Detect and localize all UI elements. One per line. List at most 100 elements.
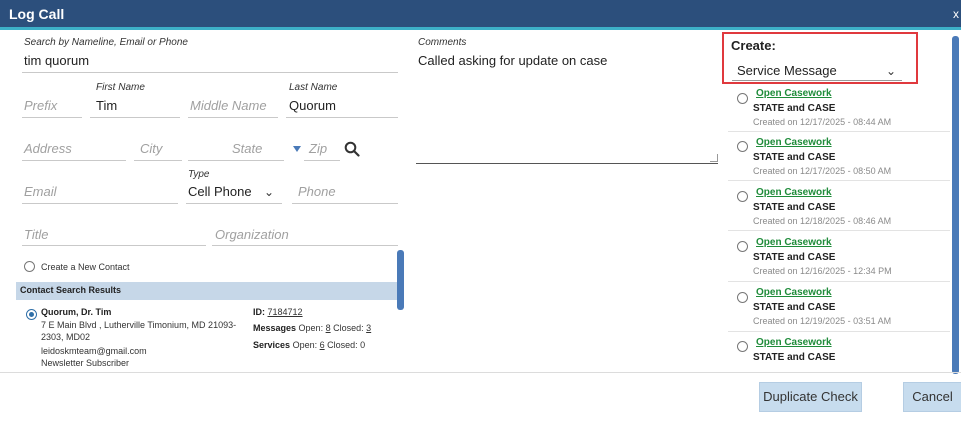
prefix-underline <box>22 117 82 118</box>
casework-radio[interactable] <box>737 93 748 104</box>
messages-line: Messages Open: 8 Closed: 3 <box>253 323 371 333</box>
first-name-underline <box>90 117 180 118</box>
first-name-field[interactable]: Tim <box>96 98 117 113</box>
chevron-down-icon[interactable]: ⌄ <box>264 185 274 199</box>
services-open-label: Open: <box>292 340 318 350</box>
casework-subtitle: STATE and CASE <box>753 103 836 114</box>
contact-result-name: Quorum, Dr. Tim <box>41 307 112 317</box>
last-name-field[interactable]: Quorum <box>289 98 336 113</box>
email-field[interactable]: Email <box>24 184 57 199</box>
casework-radio[interactable] <box>737 141 748 152</box>
create-select-underline <box>732 80 902 81</box>
create-new-contact-label: Create a New Contact <box>41 262 130 272</box>
city-underline <box>134 160 182 161</box>
casework-subtitle: STATE and CASE <box>753 152 836 163</box>
comments-textarea[interactable]: Called asking for update on case <box>418 53 607 68</box>
results-header-label: Contact Search Results <box>20 285 122 295</box>
open-casework-link[interactable]: Open Casework <box>756 287 832 298</box>
contact-result-address-line1: 7 E Main Blvd , Lutherville Timonium, MD… <box>41 320 237 330</box>
contact-search-results-header: Contact Search Results <box>16 282 400 300</box>
messages-open-link[interactable]: 8 <box>326 323 331 333</box>
open-casework-link[interactable]: Open Casework <box>756 137 832 148</box>
last-name-underline <box>286 117 398 118</box>
casework-radio[interactable] <box>737 241 748 252</box>
first-name-label: First Name <box>96 82 145 93</box>
middle-name-field[interactable]: Middle Name <box>190 98 267 113</box>
title-field[interactable]: Title <box>24 227 48 242</box>
casework-radio[interactable] <box>737 191 748 202</box>
phone-field[interactable]: Phone <box>298 184 336 199</box>
casework-created: Created on 12/16/2025 - 12:34 PM <box>753 266 892 276</box>
messages-open-label: Open: <box>298 323 324 333</box>
casework-created: Created on 12/17/2025 - 08:50 AM <box>753 166 892 176</box>
open-casework-link[interactable]: Open Casework <box>756 337 832 348</box>
casework-created: Created on 12/17/2025 - 08:44 AM <box>753 117 892 127</box>
left-scrollbar[interactable] <box>397 250 404 310</box>
search-input[interactable]: tim quorum <box>24 53 89 68</box>
last-name-label: Last Name <box>289 82 338 93</box>
comments-underline <box>416 163 718 164</box>
search-label: Search by Nameline, Email or Phone <box>24 37 188 48</box>
comments-label: Comments <box>418 37 467 48</box>
zip-underline <box>304 160 340 161</box>
right-scrollbar[interactable] <box>952 36 959 374</box>
state-underline <box>188 160 284 161</box>
resize-grip-icon[interactable] <box>710 154 718 162</box>
casework-radio[interactable] <box>737 292 748 303</box>
casework-subtitle: STATE and CASE <box>753 252 836 263</box>
duplicate-check-button[interactable]: Duplicate Check <box>759 382 862 412</box>
create-new-contact-radio[interactable] <box>24 261 35 272</box>
contact-id-label: ID: <box>253 307 265 317</box>
create-type-select[interactable]: Service Message <box>737 63 837 78</box>
contact-id-line: ID: 7184712 <box>253 307 303 317</box>
services-label: Services <box>253 340 291 350</box>
type-underline <box>186 203 282 204</box>
type-label: Type <box>188 169 210 180</box>
search-icon[interactable] <box>344 141 360 157</box>
open-casework-link[interactable]: Open Casework <box>756 88 832 99</box>
chevron-down-icon[interactable]: ⌄ <box>886 64 896 78</box>
casework-subtitle: STATE and CASE <box>753 352 836 363</box>
contact-result-address-line2: 2303, MD02 <box>41 332 91 342</box>
contact-result-email: leidoskmteam@gmail.com <box>41 346 147 356</box>
open-casework-link[interactable]: Open Casework <box>756 187 832 198</box>
contact-id-link[interactable]: 7184712 <box>268 307 303 317</box>
type-select[interactable]: Cell Phone <box>188 184 252 199</box>
state-field[interactable]: State <box>232 141 262 156</box>
email-underline <box>22 203 178 204</box>
services-closed-value: 0 <box>360 340 366 350</box>
open-casework-link[interactable]: Open Casework <box>756 237 832 248</box>
casework-divider <box>728 131 950 132</box>
casework-divider <box>728 331 950 332</box>
casework-divider <box>728 281 950 282</box>
title-underline <box>22 245 206 246</box>
contact-result-radio[interactable] <box>26 309 37 320</box>
casework-divider <box>728 230 950 231</box>
prefix-field[interactable]: Prefix <box>24 98 57 113</box>
services-line: Services Open: 6 Closed: 0 <box>253 340 365 350</box>
services-closed-label: Closed: <box>327 340 358 350</box>
search-input-underline <box>22 72 398 73</box>
messages-label: Messages <box>253 323 297 333</box>
casework-subtitle: STATE and CASE <box>753 202 836 213</box>
casework-divider <box>728 180 950 181</box>
casework-created: Created on 12/18/2025 - 08:46 AM <box>753 216 892 226</box>
address-underline <box>22 160 126 161</box>
dialog-title: Log Call <box>9 6 65 22</box>
footer-divider <box>0 372 961 373</box>
casework-radio[interactable] <box>737 341 748 352</box>
state-dropdown-icon[interactable] <box>293 146 301 152</box>
services-open-link[interactable]: 6 <box>320 340 325 350</box>
zip-field[interactable]: Zip <box>309 141 327 156</box>
dialog-title-bar: Log Call x <box>0 0 961 30</box>
messages-closed-link[interactable]: 3 <box>366 323 371 333</box>
messages-closed-label: Closed: <box>333 323 364 333</box>
contact-result-tag: Newsletter Subscriber <box>41 358 130 368</box>
close-icon[interactable]: x <box>953 7 959 21</box>
casework-subtitle: STATE and CASE <box>753 302 836 313</box>
casework-created: Created on 12/19/2025 - 03:51 AM <box>753 316 892 326</box>
cancel-button[interactable]: Cancel <box>903 382 961 412</box>
organization-field[interactable]: Organization <box>215 227 289 242</box>
address-field[interactable]: Address <box>24 141 72 156</box>
city-field[interactable]: City <box>140 141 162 156</box>
